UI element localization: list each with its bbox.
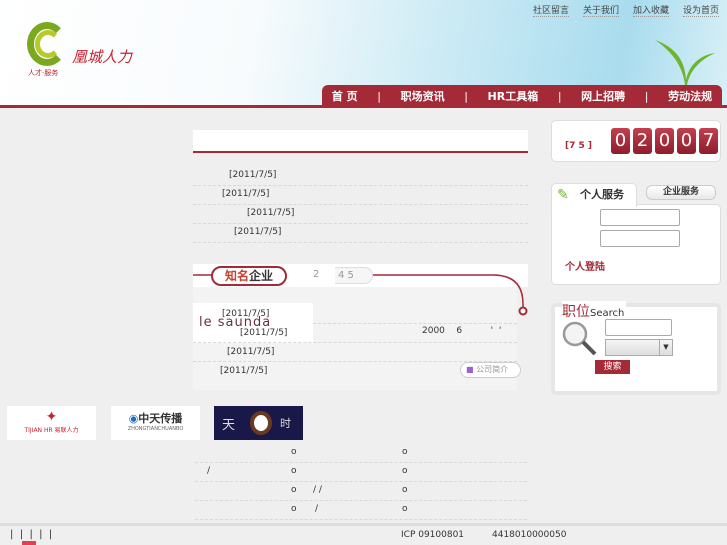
news-date: [2011/7/5] (234, 227, 282, 237)
nav-news[interactable]: 职场资讯 (401, 88, 445, 104)
digit: 0 (655, 128, 674, 154)
link-homepage[interactable]: 设为首页 (682, 3, 719, 17)
digit: 2 (633, 128, 652, 154)
divider (195, 481, 527, 482)
coffee-icon (250, 411, 272, 435)
nav-law[interactable]: 劳动法规 (668, 88, 712, 104)
sprout-icon (655, 40, 715, 85)
row-marker: o (291, 504, 297, 514)
tab-company-service[interactable]: 企业服务 (646, 185, 716, 200)
main-nav: 首 页 | 职场资讯 | HR工具箱 | 网上招聘 | 劳动法规 (322, 85, 722, 107)
digit: 0 (611, 128, 630, 154)
divider (193, 342, 517, 343)
row-text: / / (313, 485, 322, 495)
partner-logo-tianshi[interactable]: 天时 (214, 406, 303, 440)
divider (193, 185, 528, 186)
magnifier-icon (562, 321, 597, 356)
row-marker: o (291, 485, 297, 495)
partner-logo-yilian[interactable]: ✦ TIJIAN HR 易联人力 (7, 406, 96, 440)
chevron-down-icon: ▼ (659, 340, 672, 355)
divider (195, 500, 527, 501)
username-input[interactable] (600, 209, 680, 226)
password-input[interactable] (600, 230, 680, 247)
search-button[interactable]: 搜索 (595, 360, 630, 374)
company-info: 2000 6 ' ' (422, 326, 502, 336)
footer-divider (0, 523, 727, 526)
partner-logo-zhongtian[interactable]: ◉中天传播 ZHONGTIANCHUANBO (111, 406, 200, 440)
divider (313, 323, 517, 324)
badge-icon (22, 541, 36, 545)
news-date: [2011/7/5] (222, 189, 270, 199)
row-marker: o (402, 504, 408, 514)
digit: 0 (677, 128, 696, 154)
divider (195, 519, 527, 520)
row-marker: o (402, 447, 408, 457)
news-date: [2011/7/5] (247, 208, 295, 218)
icp-number: ICP 09100801 (401, 530, 465, 540)
pencil-icon: ✎ (557, 187, 569, 203)
page-link[interactable]: 2 (313, 269, 319, 280)
company-intro-button[interactable]: ■ 公司简介 (460, 362, 521, 378)
divider (193, 223, 528, 224)
counter-label: [7 5 ] (565, 141, 593, 151)
row-marker: o (402, 466, 408, 476)
row-marker: o (291, 466, 297, 476)
row-marker: o (291, 447, 297, 457)
people-icon: ✦ (45, 409, 58, 425)
row-text: / (315, 504, 319, 514)
divider (195, 462, 527, 463)
divider (193, 204, 528, 205)
tab-personal-service[interactable]: ✎ 个人服务 (551, 183, 637, 207)
logo-subtitle: 人才·服务 (28, 69, 59, 77)
footer-links[interactable]: | | | | | (10, 529, 52, 540)
visit-counter: [7 5 ] 02007 (551, 120, 721, 162)
search-title: 职位Search (562, 301, 627, 321)
logo-text: 凰城人力 (72, 48, 133, 66)
news-date: [2011/7/5] (229, 170, 277, 180)
personal-login-link[interactable]: 个人登陆 (565, 258, 605, 273)
digit: 7 (699, 128, 718, 154)
page-links[interactable]: 4 5 (335, 267, 373, 284)
nav-recruit[interactable]: 网上招聘 (581, 88, 625, 104)
category-select[interactable]: ▼ (605, 339, 673, 356)
logo-inner-icon (35, 30, 61, 58)
company-date: [2011/7/5] (227, 347, 275, 357)
link-community[interactable]: 社区留言 (532, 3, 569, 17)
top-links: 社区留言 关于我们 加入收藏 设为首页 (532, 3, 719, 17)
news-header (193, 130, 528, 153)
nav-hr-tools[interactable]: HR工具箱 (488, 88, 539, 104)
record-number: 4418010000050 (492, 530, 567, 540)
nav-home[interactable]: 首 页 (332, 88, 358, 104)
divider (193, 242, 528, 243)
company-date: [2011/7/5] (222, 309, 270, 319)
counter-digits: 02007 (608, 128, 718, 154)
link-favorite[interactable]: 加入收藏 (632, 3, 669, 17)
companies-title: 知名企业 (211, 266, 287, 286)
company-date: [2011/7/5] (240, 328, 288, 338)
header: 社区留言 关于我们 加入收藏 设为首页 凰城人力 人才·服务 首 页 | 职场资讯… (0, 0, 727, 108)
row-text: / (207, 466, 211, 476)
link-about[interactable]: 关于我们 (582, 3, 619, 17)
company-date: [2011/7/5] (220, 366, 268, 376)
keyword-input[interactable] (605, 319, 672, 336)
row-marker: o (402, 485, 408, 495)
